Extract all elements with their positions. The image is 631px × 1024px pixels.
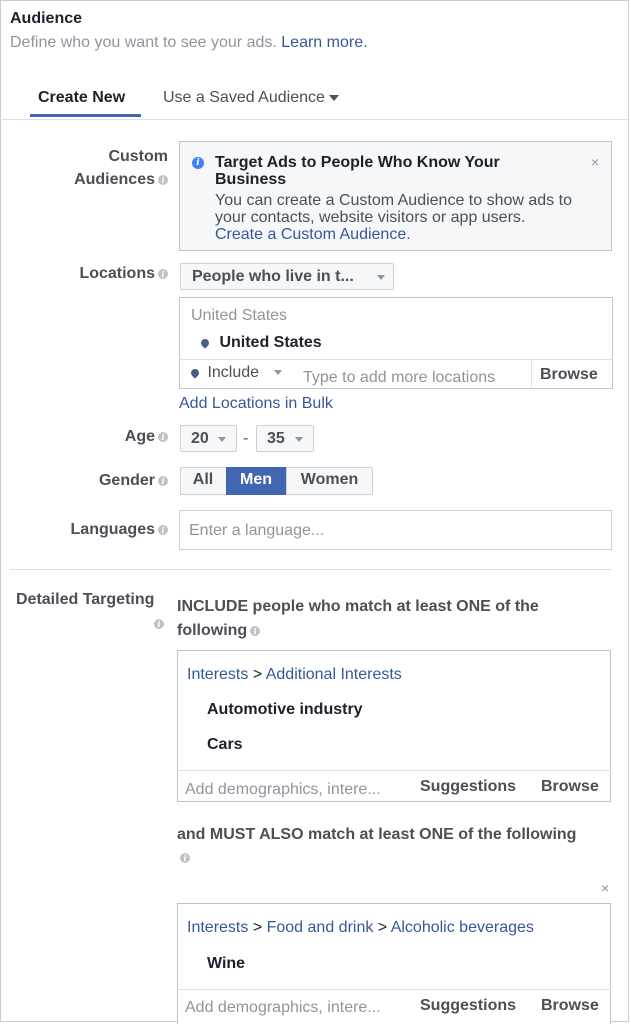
must-also-instructions: and MUST ALSO match at least ONE of the … <box>177 826 577 843</box>
active-tab-indicator <box>30 114 141 117</box>
age-min-dropdown[interactable]: 20 <box>180 425 237 452</box>
selected-location[interactable]: United States <box>199 334 322 352</box>
chevron-down-icon <box>377 275 385 280</box>
tabs-divider <box>0 119 629 120</box>
notice-body-end: . <box>406 226 411 243</box>
browse-divider <box>531 360 532 389</box>
gender-men-button[interactable]: Men <box>226 467 286 495</box>
custom-audiences-label-line1: Custom <box>108 148 168 165</box>
custom-audiences-label-line2: Audiences i <box>20 168 168 191</box>
chevron-down-icon <box>328 94 339 101</box>
locations-label: Locations i <box>20 265 168 283</box>
path-interests-link[interactable]: Interests <box>187 666 248 683</box>
notice-title: Target Ads to People Who Know Your Busin… <box>215 154 500 188</box>
info-icon[interactable]: i <box>158 174 168 185</box>
location-pin-icon <box>189 367 201 379</box>
targeting-path: Interests > Food and drink > Alcoholic b… <box>187 919 534 937</box>
create-custom-audience-link[interactable]: Create a Custom Audience <box>215 226 406 243</box>
chevron-down-icon <box>218 437 226 442</box>
targeting-divider <box>177 770 611 771</box>
add-demographics-input[interactable]: Add demographics, intere... <box>185 999 381 1017</box>
gender-label: Gender i <box>20 472 168 490</box>
info-icon[interactable]: i <box>250 625 261 636</box>
info-icon[interactable]: i <box>158 268 168 279</box>
suggestions-button[interactable]: Suggestions <box>420 997 516 1015</box>
browse-button[interactable]: Browse <box>541 997 599 1015</box>
chevron-down-icon <box>295 437 303 442</box>
age-max-dropdown[interactable]: 35 <box>256 425 314 452</box>
targeting-item[interactable]: Automotive industry <box>207 701 363 719</box>
gender-women-button[interactable]: Women <box>286 467 372 495</box>
path-separator: > <box>252 666 263 683</box>
info-icon[interactable]: i <box>158 524 168 535</box>
detailed-targeting-label: Detailed Targeting <box>16 591 155 608</box>
learn-more-link[interactable]: Learn more. <box>281 34 367 51</box>
age-label: Age i <box>20 428 168 446</box>
targeting-item[interactable]: Wine <box>207 955 245 973</box>
section-title: Audience <box>10 10 83 27</box>
tab-create-new[interactable]: Create New <box>38 89 125 107</box>
subtitle-text: Define who you want to see your ads. <box>10 34 277 51</box>
add-locations-in-bulk-link[interactable]: Add Locations in Bulk <box>179 395 333 413</box>
targeting-path: Interests > Additional Interests <box>187 666 402 684</box>
info-icon[interactable]: i <box>180 853 190 863</box>
section-subtitle: Define who you want to see your ads. Lea… <box>10 34 368 52</box>
custom-audiences-label: Custom Audiences i <box>20 145 168 191</box>
age-max-value: 35 <box>267 430 285 447</box>
include-instructions: INCLUDE people who match at least ONE of… <box>177 595 617 643</box>
notice-body: You can create a Custom Audience to show… <box>215 192 575 243</box>
path-food-and-drink-link[interactable]: Food and drink <box>267 919 374 936</box>
info-icon[interactable]: i <box>158 431 168 442</box>
targeting-item[interactable]: Cars <box>207 736 243 754</box>
browse-locations-button[interactable]: Browse <box>540 366 598 384</box>
path-separator: > <box>252 919 263 936</box>
location-group-header: United States <box>191 307 288 324</box>
include-dropdown[interactable]: Include <box>189 364 282 382</box>
info-icon[interactable]: i <box>154 619 164 629</box>
info-icon: i <box>192 157 204 169</box>
age-min-value: 20 <box>191 430 209 447</box>
include-label: Include <box>207 364 260 381</box>
age-separator: - <box>243 430 249 447</box>
selected-location-label: United States <box>219 334 322 351</box>
include-text-line2: following i <box>177 619 617 643</box>
location-type-dropdown[interactable]: People who live in t... <box>180 263 394 290</box>
language-input[interactable]: Enter a language... <box>179 510 612 550</box>
info-icon[interactable]: i <box>158 475 168 486</box>
add-locations-input[interactable]: Type to add more locations <box>303 369 495 387</box>
tab-saved-label: Use a Saved Audience <box>163 89 325 106</box>
include-text-line1: INCLUDE people who match at least ONE of… <box>177 598 539 615</box>
targeting-divider <box>177 989 611 990</box>
location-pin-icon <box>199 337 211 349</box>
path-interests-link[interactable]: Interests <box>187 919 248 936</box>
tab-use-saved-audience[interactable]: Use a Saved Audience <box>163 89 339 107</box>
location-type-value: People who live in t... <box>192 268 354 285</box>
suggestions-button[interactable]: Suggestions <box>420 778 516 796</box>
path-additional-interests-link[interactable]: Additional Interests <box>266 666 402 683</box>
path-separator: > <box>377 919 388 936</box>
add-demographics-input[interactable]: Add demographics, intere... <box>185 781 381 799</box>
browse-button[interactable]: Browse <box>541 778 599 796</box>
gender-all-button[interactable]: All <box>180 467 226 495</box>
notice-body-text: You can create a Custom Audience to show… <box>215 192 572 226</box>
locations-divider <box>179 359 613 360</box>
chevron-down-icon <box>273 370 282 376</box>
path-alcoholic-beverages-link[interactable]: Alcoholic beverages <box>391 919 534 936</box>
section-divider <box>10 569 612 570</box>
close-icon[interactable]: × <box>601 880 609 896</box>
close-icon[interactable]: × <box>591 154 599 170</box>
languages-label: Languages i <box>20 521 168 539</box>
